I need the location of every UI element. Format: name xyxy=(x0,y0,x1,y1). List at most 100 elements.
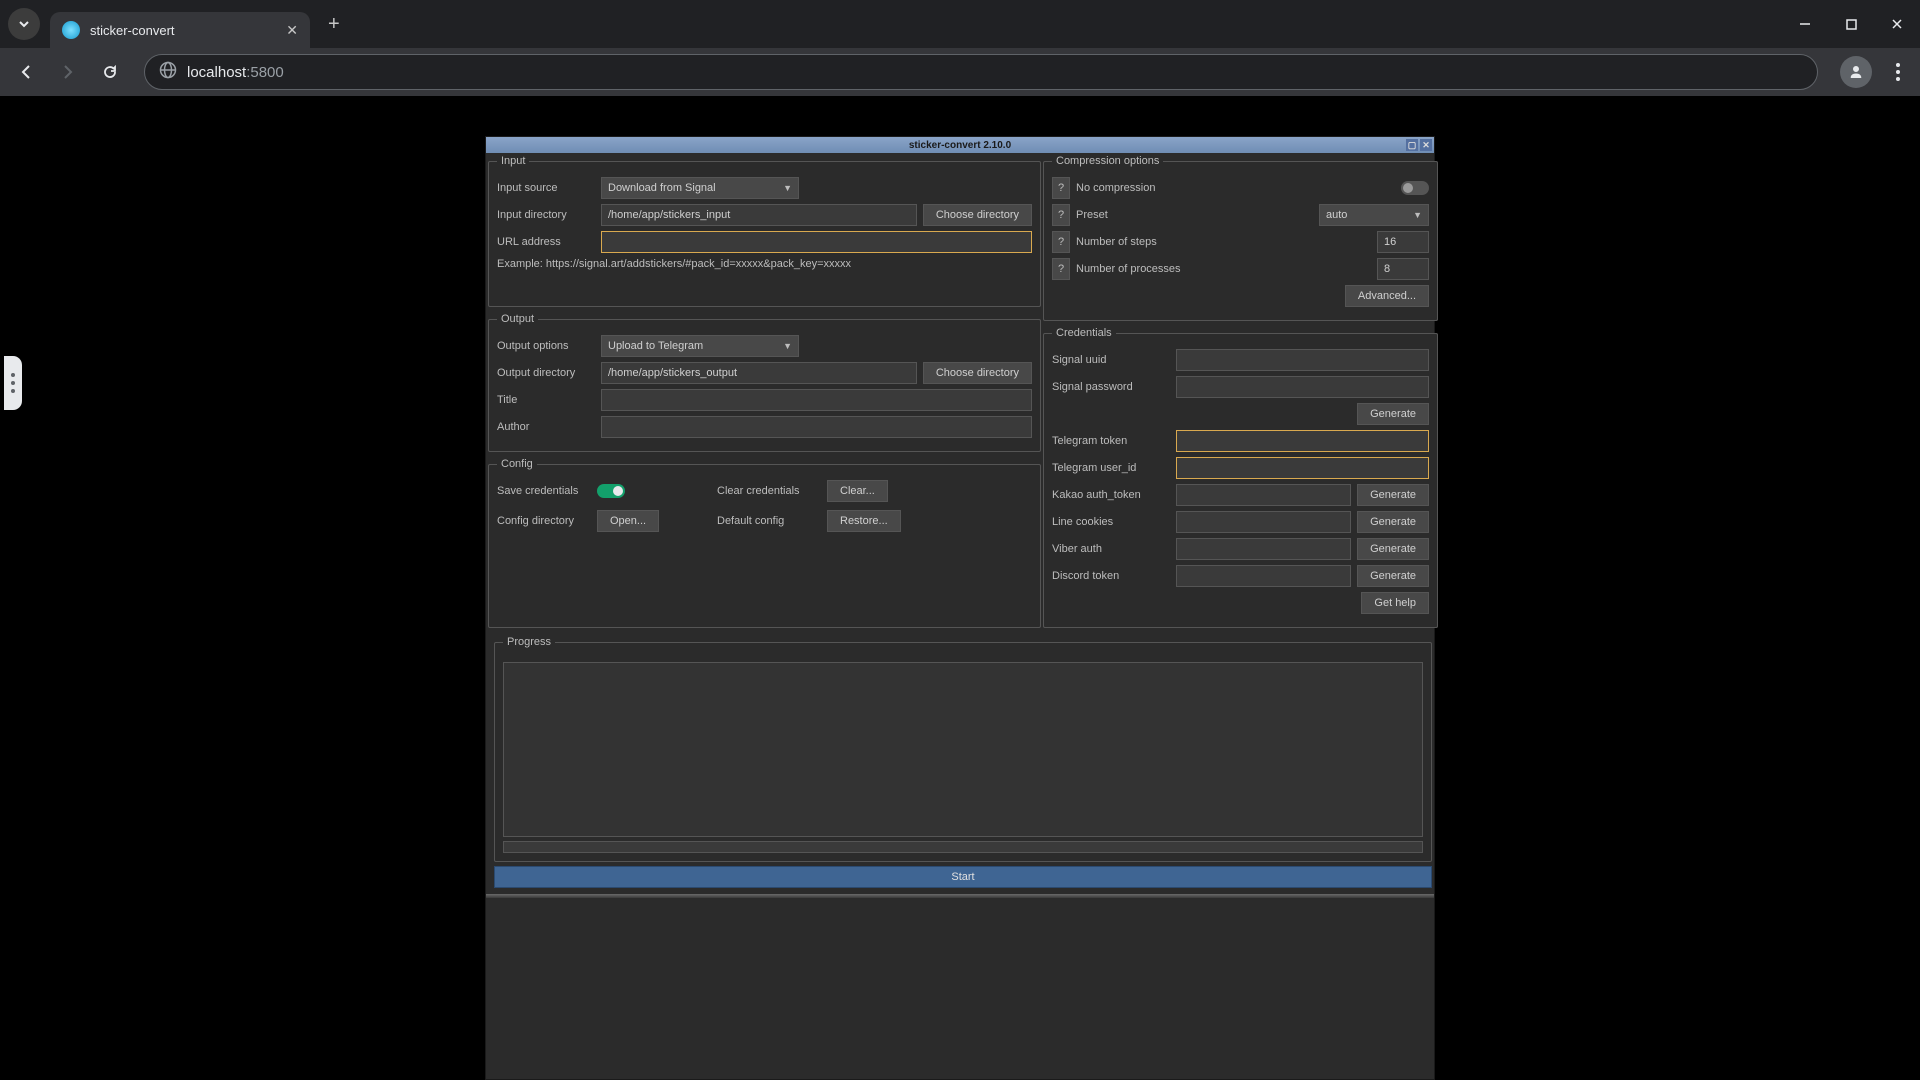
viber-auth-field[interactable] xyxy=(1176,538,1351,560)
nav-forward-button[interactable] xyxy=(50,54,86,90)
input-legend: Input xyxy=(497,155,529,167)
procs-help-button[interactable]: ? xyxy=(1052,258,1070,280)
url-port: :5800 xyxy=(246,64,284,81)
nav-back-button[interactable] xyxy=(8,54,44,90)
preset-dropdown[interactable]: auto ▼ xyxy=(1319,204,1429,226)
url-example-hint: Example: https://signal.art/addstickers/… xyxy=(497,258,1032,270)
input-choose-directory-button[interactable]: Choose directory xyxy=(923,204,1032,226)
advanced-button[interactable]: Advanced... xyxy=(1345,285,1429,307)
discord-token-field[interactable] xyxy=(1176,565,1351,587)
tab-favicon-icon xyxy=(62,21,80,39)
signal-password-field[interactable] xyxy=(1176,376,1429,398)
window-maximize-button[interactable] xyxy=(1828,8,1874,40)
get-help-button[interactable]: Get help xyxy=(1361,592,1429,614)
progress-legend: Progress xyxy=(503,636,555,648)
compression-legend: Compression options xyxy=(1052,155,1163,167)
clear-credentials-button[interactable]: Clear... xyxy=(827,480,888,502)
output-title-field[interactable] xyxy=(601,389,1032,411)
app-close-button[interactable]: ✕ xyxy=(1420,139,1432,151)
no-compression-label: No compression xyxy=(1076,182,1395,194)
steps-help-button[interactable]: ? xyxy=(1052,231,1070,253)
app-titlebar[interactable]: sticker-convert 2.10.0 ▢ ✕ xyxy=(486,137,1434,153)
config-open-button[interactable]: Open... xyxy=(597,510,659,532)
app-window: sticker-convert 2.10.0 ▢ ✕ Input Input s… xyxy=(485,136,1435,1080)
telegram-userid-field[interactable] xyxy=(1176,457,1429,479)
profile-button[interactable] xyxy=(1840,56,1872,88)
signal-uuid-field[interactable] xyxy=(1176,349,1429,371)
app-title: sticker-convert 2.10.0 xyxy=(909,140,1011,151)
input-group: Input Input source Download from Signal … xyxy=(488,155,1041,307)
tabs-dropdown-button[interactable] xyxy=(8,8,40,40)
start-button[interactable]: Start xyxy=(494,866,1432,888)
procs-label: Number of processes xyxy=(1076,263,1371,275)
output-options-dropdown[interactable]: Upload to Telegram ▼ xyxy=(601,335,799,357)
viber-auth-label: Viber auth xyxy=(1052,543,1170,555)
input-source-dropdown[interactable]: Download from Signal ▼ xyxy=(601,177,799,199)
preset-label: Preset xyxy=(1076,209,1313,221)
tab-title: sticker-convert xyxy=(90,23,286,38)
progress-bar xyxy=(503,841,1423,853)
output-options-value: Upload to Telegram xyxy=(608,340,703,352)
restore-config-button[interactable]: Restore... xyxy=(827,510,901,532)
save-credentials-toggle[interactable] xyxy=(597,484,625,498)
compression-group: Compression options ? No compression ? P… xyxy=(1043,155,1438,321)
site-info-icon[interactable] xyxy=(159,61,177,84)
signal-uuid-label: Signal uuid xyxy=(1052,354,1170,366)
vnc-side-handle[interactable] xyxy=(4,356,22,410)
output-options-label: Output options xyxy=(497,340,595,352)
person-icon xyxy=(1847,63,1865,81)
line-generate-button[interactable]: Generate xyxy=(1357,511,1429,533)
tab-close-button[interactable]: ✕ xyxy=(286,22,298,39)
output-directory-label: Output directory xyxy=(497,367,595,379)
viber-generate-button[interactable]: Generate xyxy=(1357,538,1429,560)
credentials-group: Credentials Signal uuid Signal password … xyxy=(1043,327,1438,628)
signal-generate-button[interactable]: Generate xyxy=(1357,403,1429,425)
input-directory-field[interactable] xyxy=(601,204,917,226)
url-host: localhost xyxy=(187,64,246,81)
discord-generate-button[interactable]: Generate xyxy=(1357,565,1429,587)
browser-toolbar: localhost:5800 xyxy=(0,48,1920,96)
window-controls xyxy=(1782,8,1920,40)
url-address-field[interactable] xyxy=(601,231,1032,253)
config-legend: Config xyxy=(497,458,537,470)
nav-reload-button[interactable] xyxy=(92,54,128,90)
output-group: Output Output options Upload to Telegram… xyxy=(488,313,1041,452)
chevron-down-icon: ▼ xyxy=(1413,210,1422,220)
window-close-button[interactable] xyxy=(1874,8,1920,40)
new-tab-button[interactable]: + xyxy=(328,13,340,36)
no-compression-toggle[interactable] xyxy=(1401,181,1429,195)
no-compression-help-button[interactable]: ? xyxy=(1052,177,1070,199)
output-legend: Output xyxy=(497,313,538,325)
output-author-label: Author xyxy=(497,421,595,433)
line-cookies-label: Line cookies xyxy=(1052,516,1170,528)
save-credentials-label: Save credentials xyxy=(497,485,597,497)
credentials-legend: Credentials xyxy=(1052,327,1116,339)
config-group: Config Save credentials Clear credential… xyxy=(488,458,1041,628)
telegram-token-field[interactable] xyxy=(1176,430,1429,452)
kakao-token-field[interactable] xyxy=(1176,484,1351,506)
signal-password-label: Signal password xyxy=(1052,381,1170,393)
default-config-label: Default config xyxy=(717,515,827,527)
input-directory-label: Input directory xyxy=(497,209,595,221)
output-author-field[interactable] xyxy=(601,416,1032,438)
chevron-down-icon xyxy=(18,18,30,30)
app-resize-gutter[interactable] xyxy=(486,894,1434,898)
preset-help-button[interactable]: ? xyxy=(1052,204,1070,226)
kakao-generate-button[interactable]: Generate xyxy=(1357,484,1429,506)
output-directory-field[interactable] xyxy=(601,362,917,384)
browser-menu-button[interactable] xyxy=(1884,63,1912,81)
steps-field[interactable] xyxy=(1377,231,1429,253)
browser-tab[interactable]: sticker-convert ✕ xyxy=(50,12,310,48)
page-viewport: sticker-convert 2.10.0 ▢ ✕ Input Input s… xyxy=(0,96,1920,1080)
address-bar[interactable]: localhost:5800 xyxy=(144,54,1818,90)
url-address-label: URL address xyxy=(497,236,595,248)
progress-log[interactable] xyxy=(503,662,1423,837)
output-title-label: Title xyxy=(497,394,595,406)
input-source-label: Input source xyxy=(497,182,595,194)
app-maximize-button[interactable]: ▢ xyxy=(1406,139,1418,151)
output-choose-directory-button[interactable]: Choose directory xyxy=(923,362,1032,384)
procs-field[interactable] xyxy=(1377,258,1429,280)
progress-group: Progress xyxy=(494,636,1432,862)
window-minimize-button[interactable] xyxy=(1782,8,1828,40)
line-cookies-field[interactable] xyxy=(1176,511,1351,533)
